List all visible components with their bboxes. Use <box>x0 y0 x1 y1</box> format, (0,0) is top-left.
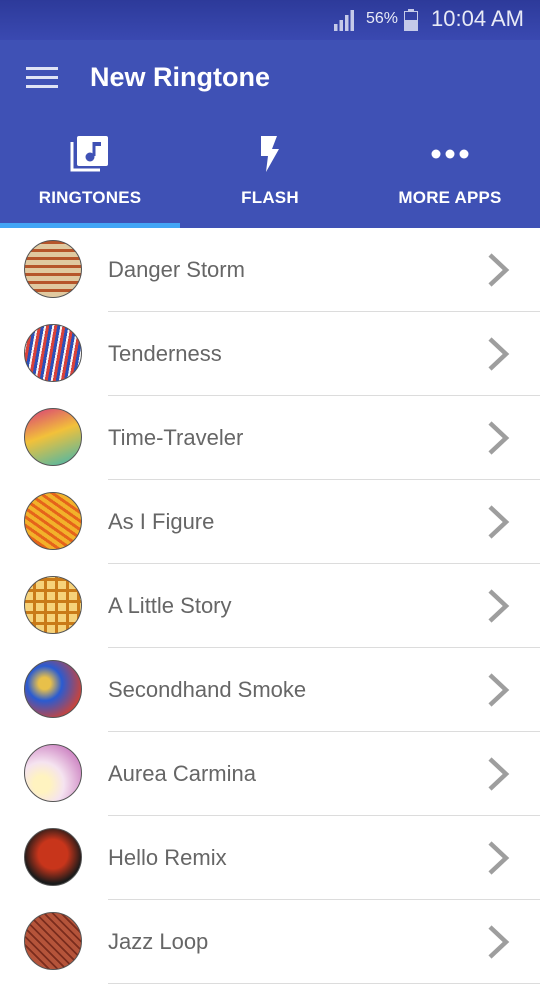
list-item[interactable]: As I Figure <box>0 480 540 564</box>
ringtone-name: As I Figure <box>108 509 215 534</box>
tab-label: FLASH <box>241 188 299 207</box>
ringtone-art <box>24 492 82 550</box>
list-item[interactable]: Time-Traveler <box>0 396 540 480</box>
list-item[interactable]: Aurea Carmina <box>0 732 540 816</box>
tab-label: RINGTONES <box>38 188 142 207</box>
ringtone-art <box>24 240 82 298</box>
more-dots-icon <box>431 149 469 159</box>
ringtone-art <box>24 576 82 634</box>
chevron-right-icon <box>488 337 510 371</box>
ringtone-name: Secondhand Smoke <box>108 677 307 702</box>
clock: 10:04 AM <box>431 6 524 31</box>
list-item[interactable]: Hello Remix <box>0 816 540 900</box>
ringtone-list: Danger Storm Tenderness Time-Traveler As… <box>0 228 540 984</box>
status-bar: 56% 10:04 AM <box>0 0 540 40</box>
tab-more-apps[interactable]: MORE APPS <box>360 132 540 228</box>
ringtone-art <box>24 744 82 802</box>
app-bar: New Ringtone RINGTONES FLASH MORE APPS <box>0 40 540 228</box>
tab-label: MORE APPS <box>398 188 502 207</box>
chevron-right-icon <box>488 925 510 959</box>
ringtone-name: Hello Remix <box>108 845 227 870</box>
list-item[interactable]: Danger Storm <box>0 228 540 312</box>
chevron-right-icon <box>488 589 510 623</box>
list-item[interactable]: Tenderness <box>0 312 540 396</box>
ringtone-art <box>24 324 82 382</box>
chevron-right-icon <box>488 673 510 707</box>
ringtone-art <box>24 660 82 718</box>
list-item[interactable]: A Little Story <box>0 564 540 648</box>
chevron-right-icon <box>488 841 510 875</box>
tab-ringtones[interactable]: RINGTONES <box>0 132 180 228</box>
ringtone-art <box>24 912 82 970</box>
chevron-right-icon <box>488 421 510 455</box>
ringtone-name: Jazz Loop <box>108 929 209 954</box>
ringtone-name: Danger Storm <box>108 257 245 282</box>
ringtone-name: A Little Story <box>108 593 232 618</box>
ringtone-art <box>24 408 82 466</box>
music-library-icon <box>70 136 108 172</box>
chevron-right-icon <box>488 253 510 287</box>
ringtone-art <box>24 828 82 886</box>
flash-icon <box>261 136 279 172</box>
ringtone-name: Aurea Carmina <box>108 761 256 786</box>
chevron-right-icon <box>488 757 510 791</box>
ringtone-name: Tenderness <box>108 341 222 366</box>
hamburger-menu-icon[interactable] <box>26 67 58 91</box>
list-item[interactable]: Jazz Loop <box>0 900 540 984</box>
ringtone-name: Time-Traveler <box>108 425 244 450</box>
chevron-right-icon <box>488 505 510 539</box>
list-item[interactable]: Secondhand Smoke <box>0 648 540 732</box>
signal-icon <box>334 10 354 31</box>
battery-icon <box>404 9 418 31</box>
app-title: New Ringtone <box>90 62 270 92</box>
tab-flash[interactable]: FLASH <box>180 132 360 228</box>
battery-percent: 56% <box>366 10 399 27</box>
